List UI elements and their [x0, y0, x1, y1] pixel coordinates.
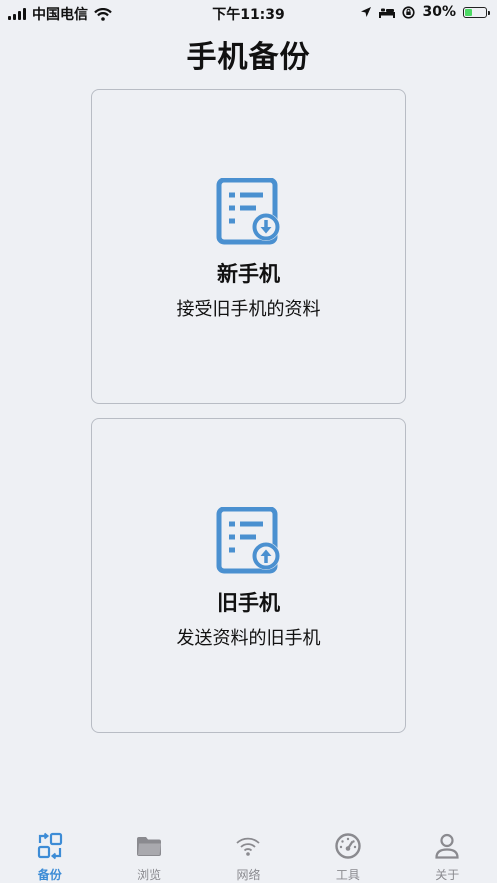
- tab-browse[interactable]: 浏览: [99, 826, 198, 883]
- tab-about-label: 关于: [435, 868, 460, 882]
- tab-backup-label: 备份: [37, 868, 62, 882]
- battery-percent: 30%: [422, 4, 456, 20]
- rotation-lock-icon: [402, 5, 416, 19]
- tab-bar: 备份 浏览 网络 工具 关于: [0, 826, 497, 883]
- backup-icon: [37, 832, 62, 860]
- old-phone-subtitle: 发送资料的旧手机: [176, 628, 321, 649]
- page-title: 手机备份: [186, 40, 311, 75]
- old-phone-title: 旧手机: [217, 591, 280, 615]
- tab-network-label: 网络: [236, 868, 261, 882]
- new-phone-subtitle: 接受旧手机的资料: [176, 299, 321, 320]
- tab-about[interactable]: 关于: [398, 826, 497, 883]
- document-download-icon: [216, 178, 280, 245]
- status-right: 30%: [360, 4, 490, 20]
- document-upload-icon: [216, 507, 280, 574]
- battery-charging-icon: [463, 6, 490, 18]
- wifi-icon: [236, 837, 261, 856]
- old-phone-card[interactable]: 旧手机 发送资料的旧手机: [91, 418, 406, 733]
- tab-tools-label: 工具: [335, 868, 360, 882]
- bed-icon: [379, 8, 396, 18]
- speedometer-icon: [335, 833, 361, 859]
- tab-backup[interactable]: 备份: [0, 826, 99, 883]
- status-bar: 中国电信 下午11:39 30%: [0, 0, 497, 26]
- battery-fill: [465, 8, 472, 16]
- tab-network[interactable]: 网络: [199, 826, 298, 883]
- folder-icon: [137, 837, 162, 856]
- person-icon: [435, 833, 459, 859]
- tab-browse-label: 浏览: [137, 868, 162, 882]
- tab-tools[interactable]: 工具: [298, 826, 397, 883]
- new-phone-card[interactable]: 新手机 接受旧手机的资料: [91, 89, 406, 404]
- new-phone-title: 新手机: [217, 262, 280, 286]
- location-arrow-icon: [361, 7, 372, 17]
